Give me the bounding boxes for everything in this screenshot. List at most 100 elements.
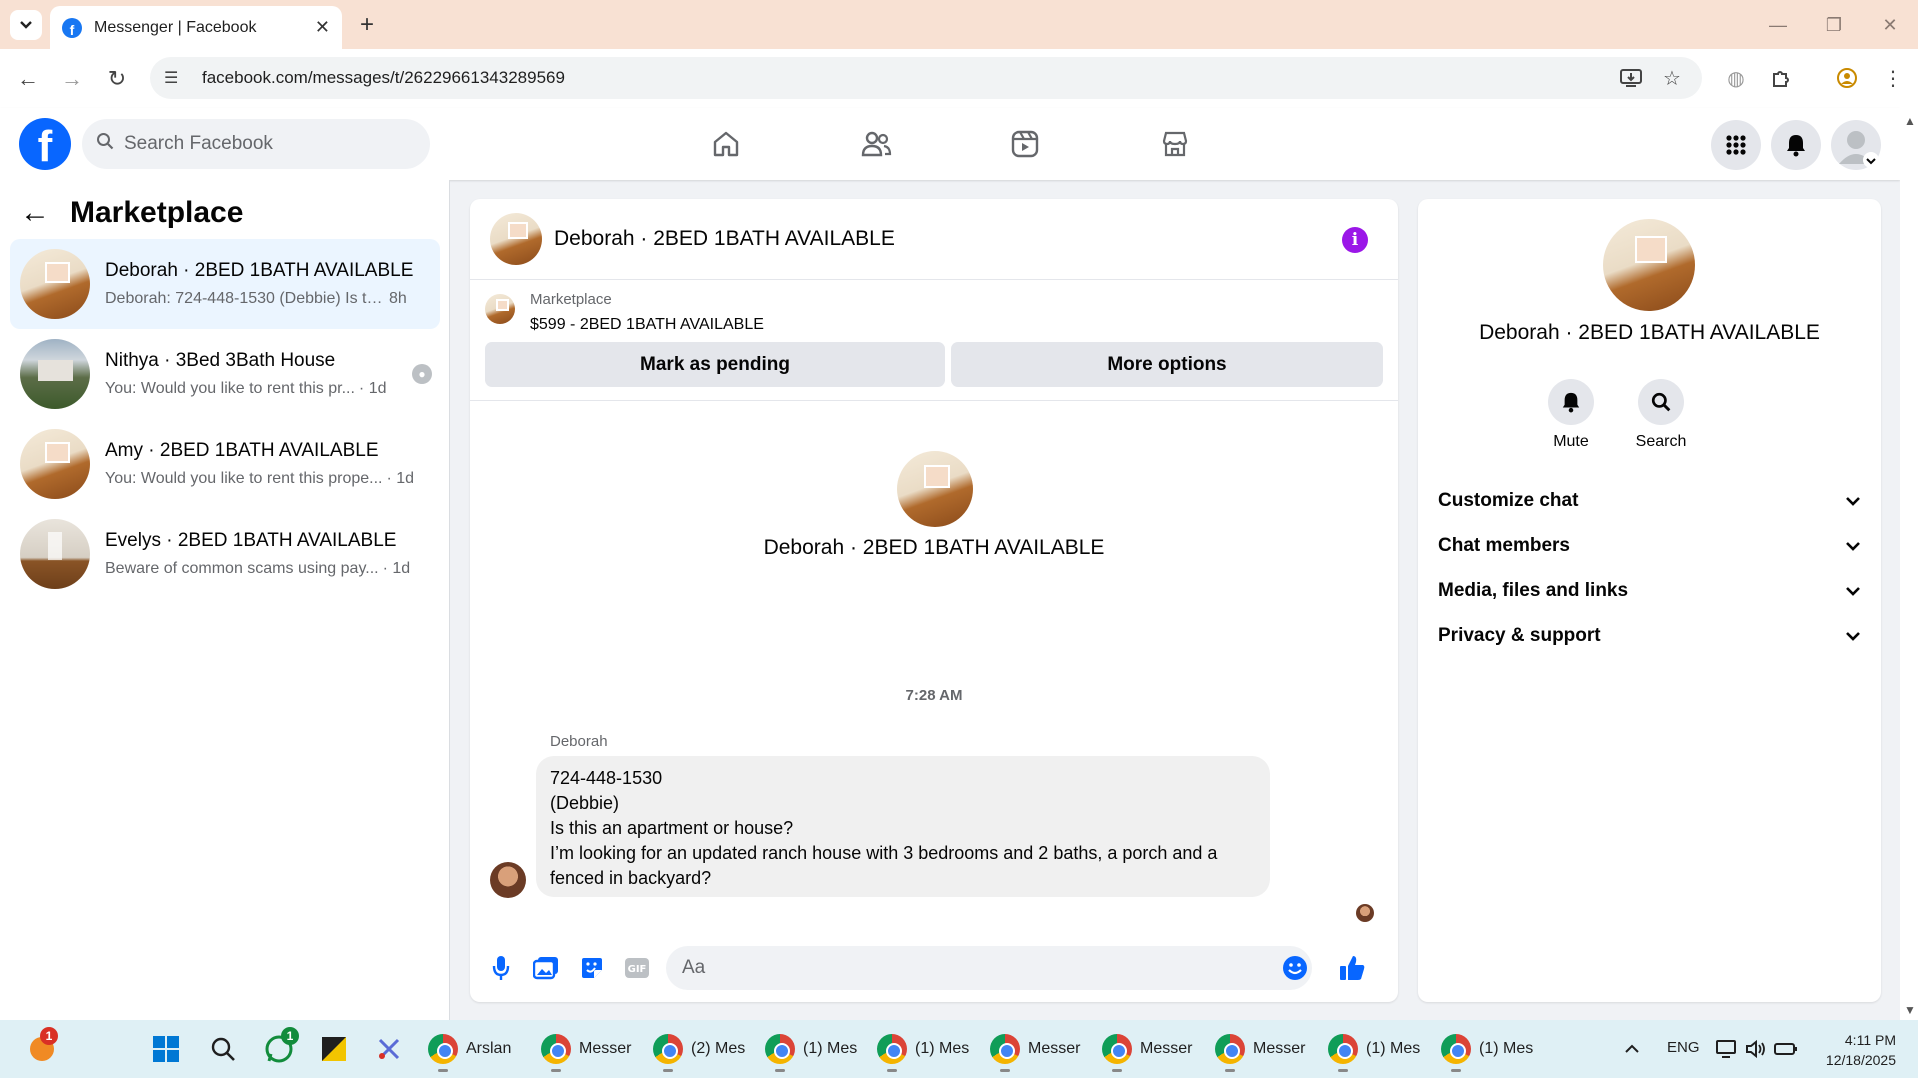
chat-avatar[interactable] [490,213,542,265]
system-clock[interactable]: 4:11 PM 12/18/2025 [1810,1030,1896,1070]
active-browser-tab[interactable]: f Messenger | Facebook ✕ [50,6,342,49]
facebook-header: f [0,108,1900,180]
facebook-logo-icon[interactable]: f [19,118,71,170]
conversation-item[interactable]: Nithya · 3Bed 3Bath House You: Would you… [10,329,440,419]
conversation-avatar [20,429,90,499]
chat-title[interactable]: Deborah · 2BED 1BATH AVAILABLE [554,227,895,251]
conversation-time: 8h [389,290,407,307]
scroll-up-icon[interactable]: ▲ [1904,114,1916,128]
more-options-button[interactable]: More options [951,342,1383,387]
account-avatar[interactable] [1831,120,1881,170]
minimize-icon[interactable]: — [1758,10,1798,40]
seen-indicator-icon: ● [412,364,432,384]
install-app-icon[interactable] [1617,64,1645,92]
conversation-item[interactable]: Amy · 2BED 1BATH AVAILABLE You: Would yo… [10,419,440,509]
new-tab-icon[interactable]: + [352,10,382,40]
listing-price[interactable]: $599 - 2BED 1BATH AVAILABLE [530,316,764,334]
conversation-time: · 1d [386,470,415,487]
like-thumb-icon[interactable] [1335,951,1369,985]
translate-globe-icon[interactable]: ◍ [1722,64,1750,92]
tab-title: Messenger | Facebook [94,18,257,36]
conversation-preview: Beware of common scams using pay... [105,560,379,577]
sticky-notes-icon[interactable] [318,1033,350,1065]
back-arrow-icon[interactable]: ← [20,196,50,230]
message-line: 724-448-1530 [550,768,663,788]
taskbar-chrome-window[interactable]: Arslan [428,1030,511,1072]
show-hidden-icons-chevron-icon[interactable] [1616,1033,1648,1065]
taskbar-chrome-window[interactable]: (1) Mes [765,1030,857,1072]
listing-thumbnail[interactable] [485,294,515,324]
chat-panel: Deborah · 2BED 1BATH AVAILABLE i Marketp… [470,199,1398,1002]
address-bar[interactable]: ☰ facebook.com/messages/t/26229661343289… [150,57,1702,99]
forward-icon[interactable]: → [56,63,88,95]
profile-icon[interactable] [1833,64,1861,92]
taskbar-chrome-window[interactable]: (1) Mes [1441,1030,1533,1072]
site-info-icon[interactable]: ☰ [164,68,186,88]
message-input-box[interactable] [666,946,1312,990]
voice-clip-icon[interactable] [484,951,518,985]
chrome-icon [1328,1034,1358,1064]
close-window-icon[interactable]: ✕ [1870,10,1910,40]
mute-label: Mute [1553,433,1589,450]
page-scrollbar[interactable]: ▲ ▼ [1900,108,1918,1020]
facebook-search[interactable] [82,119,430,169]
extensions-icon[interactable] [1767,64,1795,92]
snipping-tool-icon[interactable] [373,1033,405,1065]
message-input[interactable] [682,957,1242,979]
taskbar-chrome-window[interactable]: (1) Mes [877,1030,969,1072]
mark-as-pending-button[interactable]: Mark as pending [485,342,945,387]
close-tab-icon[interactable]: ✕ [315,17,330,38]
sticker-icon[interactable] [575,951,609,985]
sender-avatar[interactable] [490,862,526,898]
browser-menu-icon[interactable]: ⋮ [1879,64,1907,92]
clock-time: 4:11 PM [1844,1032,1896,1048]
whatsapp-icon[interactable]: 1 [263,1027,299,1065]
message-bubble[interactable]: 724-448-1530 (Debbie) Is this an apartme… [536,756,1270,897]
taskbar-chrome-window[interactable]: Messer [990,1030,1080,1072]
taskbar-search-icon[interactable] [207,1033,239,1065]
search-input[interactable] [124,133,404,155]
marketplace-icon[interactable] [1153,122,1197,166]
conversation-item[interactable]: Deborah · 2BED 1BATH AVAILABLE Deborah: … [10,239,440,329]
home-icon[interactable] [704,122,748,166]
reload-icon[interactable]: ↻ [101,63,133,95]
url-text[interactable]: facebook.com/messages/t/2622966134328956… [202,68,565,88]
mute-button[interactable]: Mute [1526,379,1616,451]
network-icon[interactable] [1714,1033,1738,1065]
input-language[interactable]: ENG [1667,1039,1700,1056]
emoji-icon[interactable] [1278,951,1312,985]
weather-icon[interactable]: 1 [26,1027,58,1065]
scroll-down-icon[interactable]: ▼ [1904,1003,1916,1017]
search-icon[interactable] [1638,379,1684,425]
volume-icon[interactable] [1744,1033,1768,1065]
chrome-icon [1102,1034,1132,1064]
restore-icon[interactable]: ❐ [1814,10,1854,40]
back-icon[interactable]: ← [12,63,44,95]
taskbar-chrome-window[interactable]: Messer [541,1030,631,1072]
notifications-bell-icon[interactable] [1771,120,1821,170]
attach-photo-icon[interactable] [529,951,563,985]
windows-start-icon[interactable] [150,1033,182,1065]
watch-icon[interactable] [1003,122,1047,166]
info-icon[interactable]: i [1342,227,1368,253]
taskbar-chrome-window[interactable]: (1) Mes [1328,1030,1420,1072]
message-line: (Debbie) [550,793,620,813]
tab-search-chevron-icon[interactable] [10,10,42,40]
chrome-icon [990,1034,1020,1064]
mute-bell-icon[interactable] [1548,379,1594,425]
taskbar-chrome-window[interactable]: (2) Mes [653,1030,745,1072]
taskbar-chrome-window[interactable]: Messer [1215,1030,1305,1072]
gif-icon[interactable]: GIF [620,951,654,985]
taskbar-chrome-window[interactable]: Messer [1102,1030,1192,1072]
info-avatar[interactable] [1603,219,1695,311]
search-in-chat-button[interactable]: Search [1616,379,1706,451]
contact-avatar[interactable] [897,451,973,527]
friends-icon[interactable] [854,122,898,166]
bookmark-star-icon[interactable]: ☆ [1658,64,1686,92]
privacy-support-row[interactable]: Privacy & support [1438,608,1861,663]
conversation-item[interactable]: Evelys · 2BED 1BATH AVAILABLE Beware of … [10,509,440,599]
windows-taskbar: 1 1 Arslan Messer (2) Mes (1) Mes (1) Me… [0,1020,1918,1078]
section-label: Privacy & support [1438,624,1601,646]
menu-grid-icon[interactable] [1711,120,1761,170]
battery-icon[interactable] [1774,1033,1798,1065]
